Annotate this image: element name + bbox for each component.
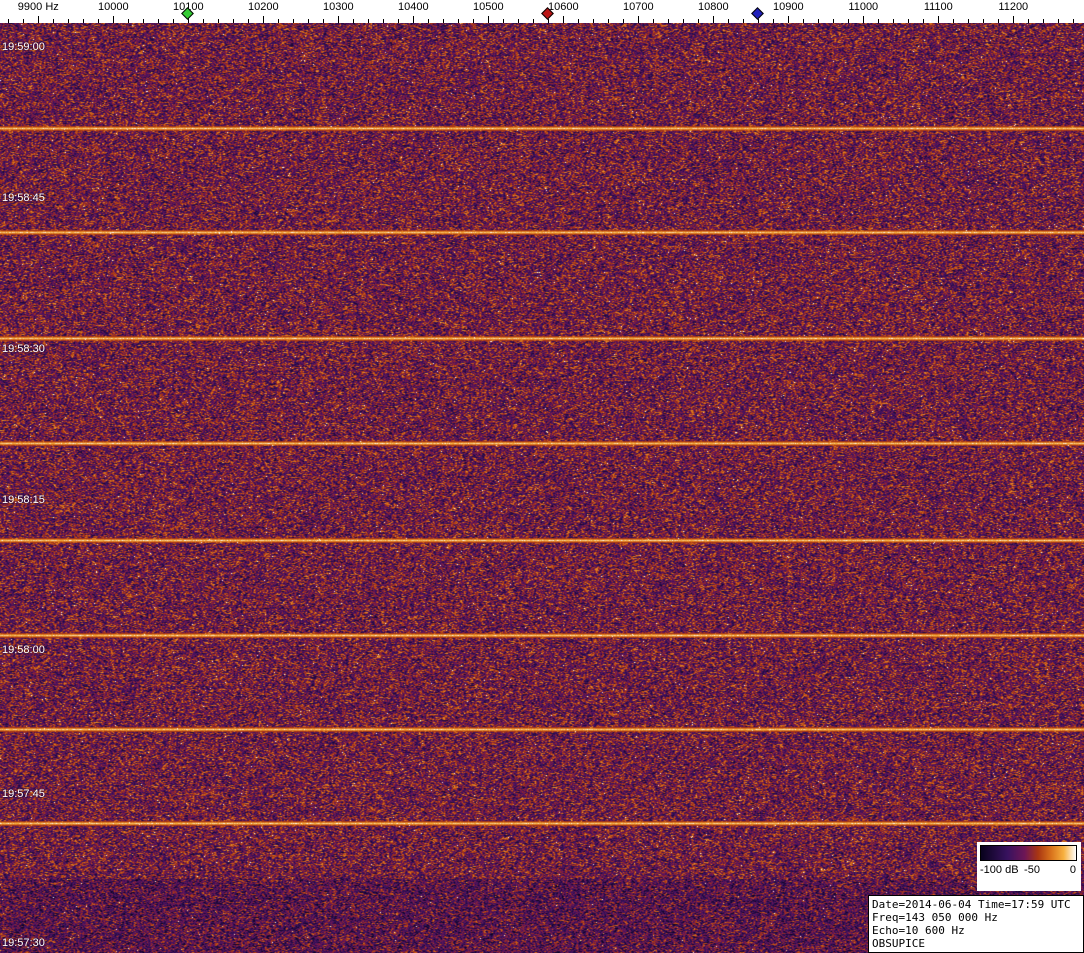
colorbar-gradient[interactable] <box>980 845 1077 861</box>
waterfall-display[interactable] <box>0 23 1084 953</box>
ruler-label: 9900 Hz <box>17 1 59 13</box>
ruler-label: 10000 <box>98 1 129 13</box>
info-frequency: Freq=143 050 000 Hz <box>872 911 998 924</box>
ruler-tick <box>38 16 40 23</box>
colorbar-max-label: 0 <box>1069 864 1076 876</box>
ruler-tick <box>788 16 790 23</box>
ruler-tick <box>938 16 940 23</box>
ruler-tick <box>413 16 415 23</box>
ruler-label: 10400 <box>398 1 429 13</box>
ruler-tick <box>263 16 265 23</box>
ruler-tick <box>113 16 115 23</box>
info-station: OBSUPICE <box>872 937 925 950</box>
frequency-ruler[interactable]: 9900 Hz100001010010200103001040010500106… <box>0 0 1084 23</box>
ruler-tick <box>563 16 565 23</box>
ruler-label: 10600 <box>548 1 579 13</box>
ruler-tick <box>713 16 715 23</box>
info-echo: Echo=10 600 Hz <box>872 924 965 937</box>
colorbar-labels: -100 dB -50 0 <box>977 864 1081 878</box>
ruler-label: 11200 <box>998 1 1029 13</box>
ruler-tick <box>488 16 490 23</box>
ruler-tick <box>638 16 640 23</box>
ruler-label: 10500 <box>473 1 504 13</box>
blue-marker-icon[interactable] <box>751 7 765 20</box>
ruler-label: 10700 <box>623 1 654 13</box>
ruler-label: 10900 <box>773 1 804 13</box>
ruler-label: 11000 <box>848 1 879 13</box>
ruler-label: 10300 <box>323 1 354 13</box>
colorbar-mid-label: -50 <box>1024 864 1040 876</box>
ruler-label: 11100 <box>923 1 953 13</box>
spectrogram-window: 9900 Hz100001010010200103001040010500106… <box>0 0 1084 953</box>
ruler-tick <box>1013 16 1015 23</box>
ruler-label: 10800 <box>698 1 729 13</box>
colorbar-min-label: -100 dB <box>980 864 1019 876</box>
ruler-label: 10200 <box>248 1 279 13</box>
info-date-time: Date=2014-06-04 Time=17:59 UTC <box>872 898 1071 911</box>
info-overlay: Date=2014-06-04 Time=17:59 UTC Freq=143 … <box>868 895 1084 953</box>
amplitude-colorbar[interactable]: -100 dB -50 0 <box>977 842 1081 891</box>
ruler-tick <box>863 16 865 23</box>
ruler-tick <box>338 16 340 23</box>
